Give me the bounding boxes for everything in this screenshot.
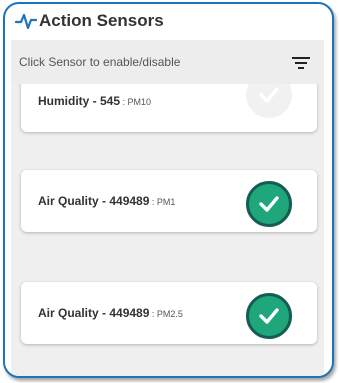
sensor-unit: PM2.5: [156, 309, 183, 319]
sensor-card[interactable]: Air Quality - 449489 : PM2.5: [21, 282, 317, 344]
sensor-separator: :: [149, 197, 157, 207]
sensor-list[interactable]: Humidity - 545 : PM10 Air Quality - 4494…: [11, 84, 324, 376]
sensor-toggle-enabled[interactable]: [246, 181, 292, 227]
sensor-label: Air Quality - 449489 : PM2.5: [38, 306, 183, 320]
check-icon: [259, 87, 279, 103]
panel-header: Action Sensors: [5, 4, 332, 40]
sensor-unit: PM10: [127, 97, 152, 107]
sensor-toggle-disabled[interactable]: [246, 84, 292, 118]
sensor-label: Air Quality - 449489 : PM1: [38, 194, 175, 208]
pulse-icon: [15, 13, 37, 30]
action-sensors-panel: Action Sensors Click Sensor to enable/di…: [3, 2, 334, 378]
sensor-separator: :: [149, 309, 157, 319]
sensor-unit: PM1: [156, 197, 176, 207]
sensor-card[interactable]: Air Quality - 449489 : PM1: [21, 170, 317, 232]
check-icon: [259, 308, 279, 324]
sensor-name: Air Quality - 449489: [38, 194, 150, 208]
sensor-separator: :: [120, 97, 128, 107]
filter-icon[interactable]: [292, 56, 310, 70]
sensor-name: Air Quality - 449489: [38, 306, 150, 320]
sensor-card[interactable]: Humidity - 545 : PM10: [21, 84, 317, 132]
check-icon: [259, 196, 279, 212]
sensor-toggle-enabled[interactable]: [246, 293, 292, 339]
toolbar: Click Sensor to enable/disable: [11, 40, 324, 84]
sensor-label: Humidity - 545 : PM10: [38, 94, 151, 108]
sensor-name: Humidity - 545: [38, 94, 121, 108]
toolbar-hint: Click Sensor to enable/disable: [19, 55, 181, 69]
panel-title: Action Sensors: [39, 11, 164, 30]
